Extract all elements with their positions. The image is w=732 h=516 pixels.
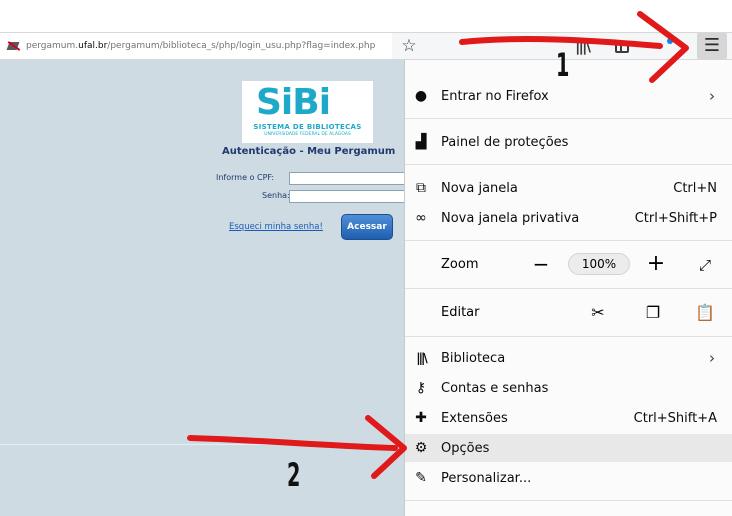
logo-wordmark: SiBi xyxy=(256,82,331,123)
insecure-lock-icon[interactable] xyxy=(6,40,20,52)
password-input[interactable] xyxy=(289,190,404,203)
menu-separator xyxy=(405,500,732,501)
menu-item-library[interactable]: |||\ Biblioteca › xyxy=(405,344,732,372)
sibi-logo: SiBi SISTEMA DE BIBLIOTECAS UNIVERSIDADE… xyxy=(242,81,373,143)
sidebar-icon[interactable] xyxy=(612,36,632,56)
password-label: Senha: xyxy=(262,191,290,200)
bookmark-star-icon[interactable]: ☆ xyxy=(398,35,420,57)
chart-bars-icon: ▟ xyxy=(415,134,427,150)
menu-item-label: Nova janela privativa xyxy=(441,210,580,226)
shortcut-label: Ctrl+Shift+P xyxy=(634,210,717,226)
step-number-1: 1 xyxy=(556,46,570,84)
account-circle-icon: ● xyxy=(414,88,428,104)
menu-item-label: Extensões xyxy=(441,410,508,426)
copy-icon[interactable]: ❐ xyxy=(641,301,665,325)
chevron-right-icon: › xyxy=(709,87,715,105)
menu-item-new-window[interactable]: ⧉ Nova janela Ctrl+N xyxy=(405,174,732,202)
puzzle-piece-icon: ✚ xyxy=(415,410,427,426)
paintbrush-icon: ✎ xyxy=(415,470,427,486)
logo-subtitle: SISTEMA DE BIBLIOTECAS xyxy=(253,123,362,131)
step-number-2: 2 xyxy=(287,456,301,494)
menu-item-sign-in[interactable]: ● Entrar no Firefox › xyxy=(405,82,732,110)
menu-item-logins[interactable]: ⚷ Contas e senhas xyxy=(405,374,732,402)
menu-separator xyxy=(405,288,732,289)
zoom-label: Zoom xyxy=(441,257,479,272)
cpf-label: Informe o CPF: xyxy=(216,173,275,182)
menu-item-addons[interactable]: ✚ Extensões Ctrl+Shift+A xyxy=(405,404,732,432)
login-button[interactable]: Acessar xyxy=(341,214,393,240)
menu-item-private-window[interactable]: ∞ Nova janela privativa Ctrl+Shift+P xyxy=(405,204,732,232)
url-bar[interactable]: pergamum.ufal.br/pergamum/biblioteca_s/p… xyxy=(0,33,392,59)
menu-item-label: Nova janela xyxy=(441,180,518,196)
page-title: Autenticação - Meu Pergamum xyxy=(222,146,396,157)
notification-dot xyxy=(667,38,673,44)
menu-item-protections[interactable]: ▟ Painel de proteções xyxy=(405,128,732,156)
shortcut-label: Ctrl+N xyxy=(673,180,717,196)
menu-separator xyxy=(405,240,732,241)
zoom-in-button[interactable]: + xyxy=(644,251,668,277)
menu-separator xyxy=(405,118,732,119)
cut-icon[interactable]: ✂ xyxy=(586,301,610,325)
zoom-reset-button[interactable]: 100% xyxy=(568,253,630,275)
login-page: SiBi SISTEMA DE BIBLIOTECAS UNIVERSIDADE… xyxy=(0,60,404,516)
url-text: pergamum.ufal.br/pergamum/biblioteca_s/p… xyxy=(26,41,376,51)
menu-separator xyxy=(405,164,732,165)
page-divider xyxy=(0,444,404,445)
shortcut-label: Ctrl+Shift+A xyxy=(633,410,717,426)
new-window-icon: ⧉ xyxy=(416,180,426,196)
cpf-input[interactable] xyxy=(289,172,404,185)
app-menu-panel: ● Entrar no Firefox › ▟ Painel de proteç… xyxy=(404,60,732,516)
window-top-strip xyxy=(0,0,732,32)
menu-item-label: Contas e senhas xyxy=(441,380,549,396)
chevron-right-icon: › xyxy=(709,349,715,367)
library-icon[interactable]: |||\ xyxy=(572,36,592,56)
edit-controls: Editar ✂ ❐ 📋 xyxy=(405,298,732,328)
menu-item-label: Entrar no Firefox xyxy=(441,88,549,104)
logo-university: UNIVERSIDADE FEDERAL DE ALAGOAS xyxy=(264,132,351,137)
private-mask-icon: ∞ xyxy=(415,210,427,226)
zoom-out-button[interactable]: − xyxy=(529,252,553,276)
edit-label: Editar xyxy=(441,305,480,320)
menu-item-label: Opções xyxy=(441,440,490,456)
menu-item-label: Painel de proteções xyxy=(441,134,569,150)
zoom-controls: Zoom − 100% + ⤢ xyxy=(405,250,732,280)
paste-icon[interactable]: 📋 xyxy=(693,301,717,325)
account-icon[interactable] xyxy=(655,36,675,56)
hamburger-menu-button[interactable]: ☰ xyxy=(697,33,727,59)
browser-toolbar: pergamum.ufal.br/pergamum/biblioteca_s/p… xyxy=(0,32,732,60)
menu-item-label: Biblioteca xyxy=(441,350,506,366)
menu-separator xyxy=(405,336,732,337)
menu-item-options[interactable]: ⚙ Opções xyxy=(405,434,732,462)
fullscreen-icon[interactable]: ⤢ xyxy=(693,253,717,277)
library-icon: |||\ xyxy=(416,351,428,365)
gear-icon: ⚙ xyxy=(414,440,428,456)
forgot-password-link[interactable]: Esqueci minha senha! xyxy=(229,222,323,232)
menu-item-customize[interactable]: ✎ Personalizar... xyxy=(405,464,732,492)
key-icon: ⚷ xyxy=(415,380,427,396)
menu-item-label: Personalizar... xyxy=(441,470,532,486)
